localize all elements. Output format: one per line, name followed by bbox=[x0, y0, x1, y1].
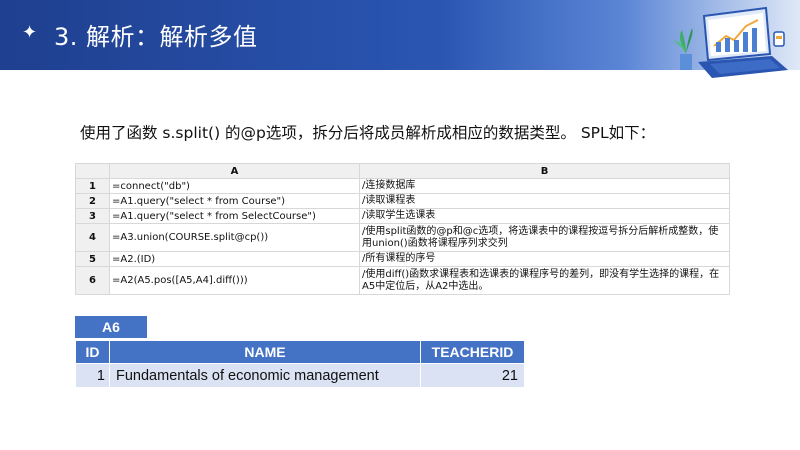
grid-row: 5 =A2.(ID) /所有课程的序号 bbox=[75, 251, 730, 267]
result-table: ID NAME TEACHERID 1 Fundamentals of econ… bbox=[75, 340, 525, 388]
row-number[interactable]: 3 bbox=[75, 208, 110, 224]
cell-b5[interactable]: /所有课程的序号 bbox=[359, 251, 730, 267]
cell-b3[interactable]: /读取学生选课表 bbox=[359, 208, 730, 224]
sparkle-icon: ✦ bbox=[22, 22, 38, 43]
cell-a3[interactable]: =A1.query("select * from SelectCourse") bbox=[109, 208, 360, 224]
row-number[interactable]: 1 bbox=[75, 178, 110, 194]
grid-row: 3 =A1.query("select * from SelectCourse"… bbox=[75, 208, 730, 224]
grid-row: 6 =A2(A5.pos([A5,A4].diff())) /使用diff()函… bbox=[75, 266, 730, 295]
grid-row: 4 =A3.union(COURSE.split@cp()) /使用split函… bbox=[75, 223, 730, 252]
cell-id: 1 bbox=[75, 363, 110, 388]
cell-a6[interactable]: =A2(A5.pos([A5,A4].diff())) bbox=[109, 266, 360, 295]
header-name: NAME bbox=[109, 340, 421, 364]
table-row: 1 Fundamentals of economic management 21 bbox=[75, 363, 525, 388]
slide-header: ✦ 3. 解析：解析多值 bbox=[0, 0, 800, 78]
grid-row: 2 =A1.query("select * from Course") /读取课… bbox=[75, 193, 730, 209]
cell-a1[interactable]: =connect("db") bbox=[109, 178, 360, 194]
row-number[interactable]: 6 bbox=[75, 266, 110, 295]
row-number[interactable]: 5 bbox=[75, 251, 110, 267]
laptop-chart-illustration bbox=[674, 6, 788, 78]
grid-row: 1 =connect("db") /连接数据库 bbox=[75, 178, 730, 194]
cell-b4[interactable]: /使用split函数的@p和@c选项，将选课表中的课程按逗号拆分后解析成整数，使… bbox=[359, 223, 730, 252]
corner-cell bbox=[75, 163, 110, 179]
header-teacherid: TEACHERID bbox=[420, 340, 525, 364]
cell-b2[interactable]: /读取课程表 bbox=[359, 193, 730, 209]
column-header-b[interactable]: B bbox=[359, 163, 730, 179]
cell-a5[interactable]: =A2.(ID) bbox=[109, 251, 360, 267]
result-label: A6 bbox=[75, 316, 147, 338]
cell-name: Fundamentals of economic management bbox=[109, 363, 421, 388]
slide-title: 3. 解析：解析多值 bbox=[54, 23, 258, 51]
column-header-a[interactable]: A bbox=[109, 163, 360, 179]
cell-b6[interactable]: /使用diff()函数求课程表和选课表的课程序号的差列，即没有学生选择的课程，在… bbox=[359, 266, 730, 295]
intro-text: 使用了函数 s.split() 的@p选项，拆分后将成员解析成相应的数据类型。 … bbox=[80, 124, 656, 142]
cell-b1[interactable]: /连接数据库 bbox=[359, 178, 730, 194]
header-id: ID bbox=[75, 340, 110, 364]
row-number[interactable]: 2 bbox=[75, 193, 110, 209]
cell-teacherid: 21 bbox=[420, 363, 525, 388]
cell-a2[interactable]: =A1.query("select * from Course") bbox=[109, 193, 360, 209]
cell-a4[interactable]: =A3.union(COURSE.split@cp()) bbox=[109, 223, 360, 252]
code-grid: A B 1 =connect("db") /连接数据库 2 =A1.query(… bbox=[75, 163, 730, 295]
row-number[interactable]: 4 bbox=[75, 223, 110, 252]
